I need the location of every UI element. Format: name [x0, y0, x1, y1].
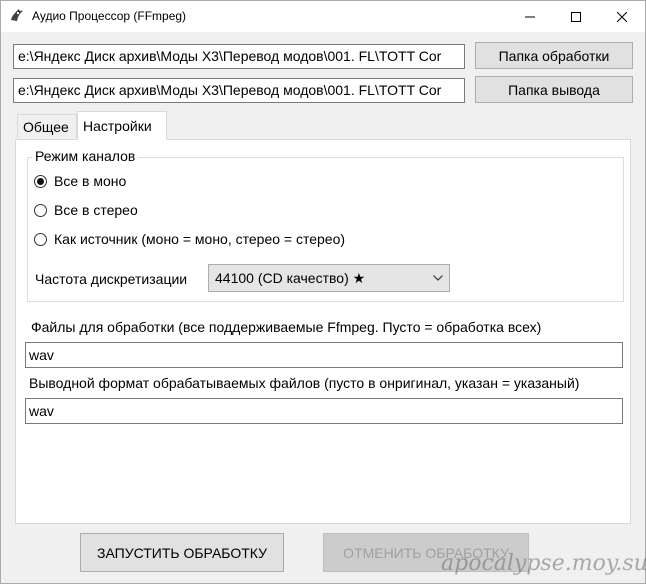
- output-folder-button[interactable]: Папка вывода: [475, 76, 633, 103]
- sample-rate-value: 44100 (CD качество) ★: [215, 269, 366, 286]
- maximize-button[interactable]: [553, 1, 599, 32]
- files-input[interactable]: wav: [25, 342, 623, 368]
- title-bar[interactable]: Аудио Процессор (FFmpeg): [1, 1, 645, 32]
- radio-as-source[interactable]: Как источник (моно = моно, стерео = стер…: [34, 231, 345, 247]
- sample-rate-label: Частота дискретизации: [35, 271, 188, 287]
- sample-rate-select[interactable]: 44100 (CD качество) ★: [208, 264, 450, 292]
- radio-label: Как источник (моно = моно, стерео = стер…: [54, 231, 346, 247]
- start-processing-button[interactable]: ЗАПУСТИТЬ ОБРАБОТКУ: [80, 533, 284, 572]
- minimize-button[interactable]: [507, 1, 553, 32]
- tab-general[interactable]: Общее: [17, 114, 77, 138]
- output-format-input[interactable]: wav: [25, 398, 623, 424]
- output-format-label: Выводной формат обрабатываемых файлов (п…: [29, 375, 580, 391]
- radio-button[interactable]: [34, 174, 47, 188]
- app-icon: [11, 9, 23, 21]
- minimize-icon: [525, 16, 535, 17]
- channel-mode-legend: Режим каналов: [32, 148, 139, 164]
- radio-button[interactable]: [34, 203, 47, 217]
- maximize-icon: [571, 11, 581, 22]
- tab-settings[interactable]: Настройки: [77, 111, 167, 140]
- watermark: apocalypse.moy.su: [441, 551, 646, 576]
- radio-label: Все в стерео: [54, 202, 138, 218]
- radio-all-stereo[interactable]: Все в стерео: [34, 202, 138, 218]
- processing-folder-button[interactable]: Папка обработки: [475, 42, 633, 69]
- close-button[interactable]: [599, 1, 645, 32]
- chevron-down-icon: [433, 275, 443, 281]
- radio-all-mono[interactable]: Все в моно: [34, 173, 126, 189]
- radio-button[interactable]: [34, 232, 47, 246]
- main-window: Аудио Процессор (FFmpeg) e:\Яндекс Диск …: [0, 0, 646, 584]
- radio-label: Все в моно: [54, 173, 127, 189]
- files-label: Файлы для обработки (все поддерживаемые …: [31, 319, 542, 335]
- close-icon: [617, 11, 627, 22]
- output-path-field[interactable]: e:\Яндекс Диск архив\Моды X3\Перевод мод…: [13, 78, 465, 103]
- processing-path-field[interactable]: e:\Яндекс Диск архив\Моды X3\Перевод мод…: [13, 44, 465, 69]
- window-title: Аудио Процессор (FFmpeg): [32, 9, 187, 23]
